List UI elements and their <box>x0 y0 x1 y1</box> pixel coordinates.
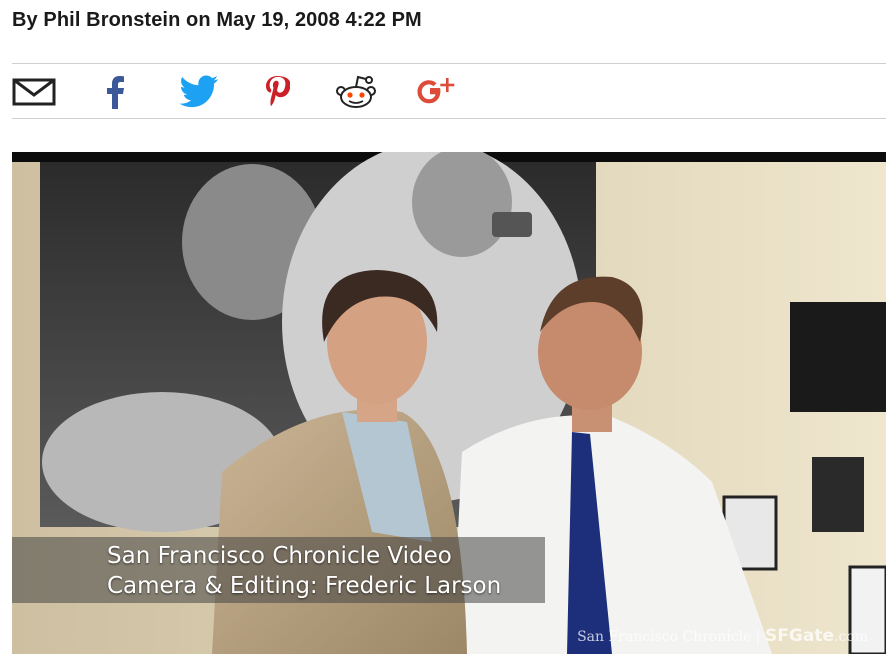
reddit-icon <box>336 75 376 108</box>
watermark-source: San Francisco Chronicle <box>577 629 752 645</box>
video-caption: San Francisco Chronicle Video Camera & E… <box>12 537 545 603</box>
divider-top <box>12 63 886 64</box>
pinterest-icon <box>266 76 290 107</box>
watermark-brand: SFGate <box>765 626 834 646</box>
video-watermark: San Francisco Chronicle | SFGate.com <box>577 626 868 646</box>
google-plus-share-button[interactable] <box>417 72 457 112</box>
facebook-icon <box>107 76 124 109</box>
caption-line-2: Camera & Editing: Frederic Larson <box>107 573 502 599</box>
google-plus-icon <box>417 78 455 104</box>
article-byline: By Phil Bronstein on May 19, 2008 4:22 P… <box>12 9 422 31</box>
facebook-share-button[interactable] <box>102 72 128 112</box>
divider-bottom <box>12 118 886 119</box>
pinterest-share-button[interactable] <box>262 72 292 112</box>
email-icon <box>12 78 56 106</box>
reddit-share-button[interactable] <box>334 72 378 112</box>
watermark-suffix: .com <box>834 629 868 645</box>
twitter-share-button[interactable] <box>177 72 221 112</box>
video-player[interactable]: San Francisco Chronicle Video Camera & E… <box>12 152 886 654</box>
twitter-icon <box>179 75 218 108</box>
email-share-button[interactable] <box>12 72 56 112</box>
caption-line-1: San Francisco Chronicle Video <box>107 543 452 569</box>
